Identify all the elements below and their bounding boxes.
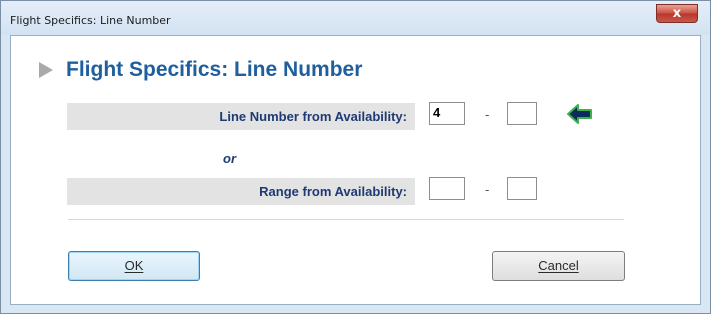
range-row: Range from Availability: (67, 178, 415, 205)
line-number-label: Line Number from Availability: (219, 109, 407, 124)
heading-arrow-icon (39, 62, 53, 78)
separator-line (68, 219, 624, 220)
dialog-heading: Flight Specifics: Line Number (66, 58, 363, 81)
line-number-from-input[interactable]: 4 (429, 102, 465, 125)
range-dash: - (485, 182, 490, 197)
range-from-input[interactable] (429, 177, 465, 200)
dialog-content: Flight Specifics: Line Number Line Numbe… (10, 35, 701, 305)
title-bar[interactable]: Flight Specifics: Line Number x (1, 1, 710, 35)
back-arrow-icon[interactable] (567, 104, 593, 124)
close-icon: x (672, 6, 682, 21)
or-label: or (223, 151, 236, 166)
range-to-input[interactable] (507, 177, 537, 200)
line-number-row: Line Number from Availability: (67, 103, 415, 130)
ok-button-label: OK (124, 258, 144, 273)
range-label: Range from Availability: (259, 184, 407, 199)
dialog-window: Flight Specifics: Line Number x Flight S… (0, 0, 711, 314)
line-number-dash: - (485, 107, 490, 122)
ok-button[interactable]: OK (68, 251, 200, 281)
window-title: Flight Specifics: Line Number (10, 14, 171, 27)
close-button[interactable]: x (656, 4, 698, 23)
line-number-to-input[interactable] (507, 102, 537, 125)
cancel-button[interactable]: Cancel (492, 251, 625, 281)
cancel-button-label: Cancel (538, 258, 579, 273)
